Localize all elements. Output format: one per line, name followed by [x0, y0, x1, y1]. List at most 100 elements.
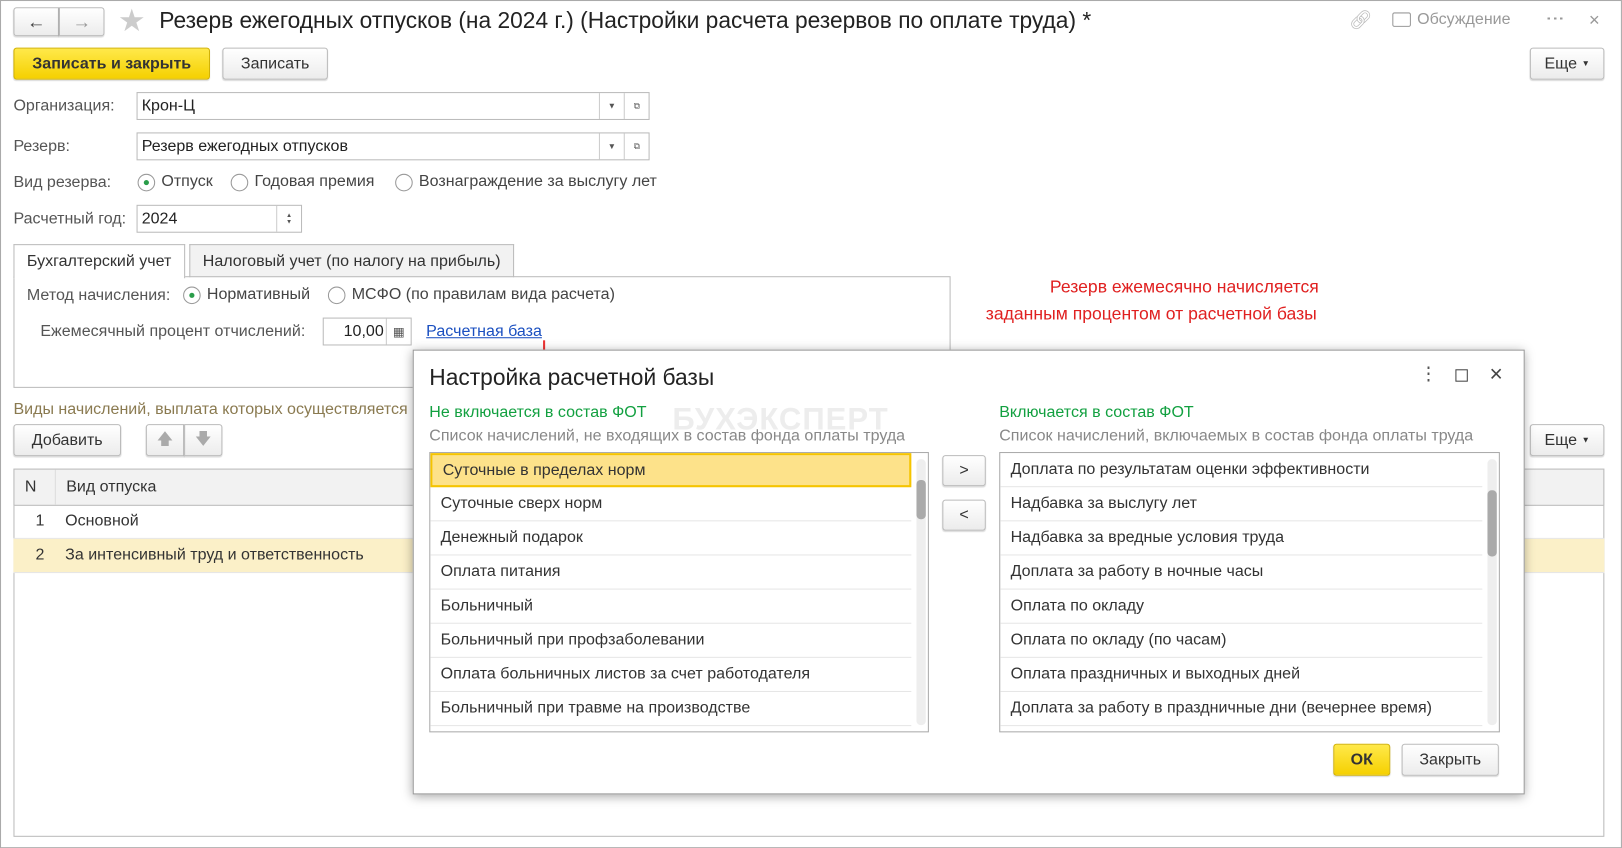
list-item[interactable]: Больничный при травме на производстве	[430, 692, 912, 727]
close-button[interactable]: Закрыть	[1401, 743, 1499, 776]
chevron-down-icon: ▼	[1581, 435, 1590, 445]
list-item[interactable]: Оплата питания	[430, 555, 912, 590]
scrollbar[interactable]	[1487, 459, 1497, 726]
radio-icon	[183, 286, 201, 304]
list-item[interactable]: Оплата праздничных и выходных дней	[1000, 658, 1483, 693]
year-value: 2024	[141, 209, 178, 228]
list-item[interactable]: Больничный при профзаболевании	[430, 624, 912, 658]
move-left-button[interactable]: <	[942, 499, 986, 531]
org-value: Крон-Ц	[141, 96, 195, 115]
radio-label: Годовая премия	[254, 172, 375, 191]
discussion-button[interactable]: Обсуждение	[1392, 10, 1511, 29]
year-spinner[interactable]: ▲ ▼	[276, 205, 301, 232]
radio-label: Отпуск	[161, 172, 213, 191]
more-menu-icon[interactable]: ⋮	[1419, 363, 1438, 385]
arrow-up-icon: 🡅	[156, 430, 174, 448]
annotation-line1: Резерв ежемесячно начисляется	[1049, 277, 1319, 297]
year-field[interactable]: 2024 ▲ ▼	[136, 204, 303, 233]
list-item[interactable]: Доплата за работу в праздничные дни (веч…	[1000, 692, 1483, 727]
spin-down-icon: ▼	[286, 218, 293, 225]
reserve-label: Резерв:	[13, 137, 70, 156]
save-and-close-button[interactable]: Записать и закрыть	[13, 47, 210, 80]
discussion-label: Обсуждение	[1417, 10, 1511, 28]
radio-long-service[interactable]: Вознаграждение за выслугу лет	[395, 173, 657, 192]
list-item[interactable]: Денежный подарок	[430, 521, 912, 556]
forward-button[interactable]: →	[58, 7, 105, 37]
table-more-button[interactable]: Еще ▼	[1529, 424, 1605, 457]
list-item[interactable]: Оплата по окладу	[1000, 590, 1483, 624]
percent-value: 10,00	[343, 322, 384, 340]
list-item[interactable]: Надбавка за вредные условия труда	[1000, 521, 1483, 556]
close-icon[interactable]: ×	[1589, 9, 1600, 31]
window-title: Резерв ежегодных отпусков (на 2024 г.) (…	[159, 7, 1092, 34]
close-icon[interactable]: ×	[1490, 361, 1503, 388]
open-icon[interactable]: ⧉	[623, 93, 649, 119]
more-button[interactable]: Еще ▼	[1529, 47, 1605, 80]
dropdown-icon[interactable]: ▼	[598, 93, 624, 119]
radio-label: Вознаграждение за выслугу лет	[418, 172, 657, 191]
list-item[interactable]: Надбавка за выслугу лет	[1000, 487, 1483, 522]
chevron-down-icon: ▼	[1581, 58, 1590, 69]
back-button[interactable]: ←	[13, 7, 59, 37]
included-list[interactable]: Доплата по результатам оценки эффективно…	[999, 452, 1500, 733]
reserve-field[interactable]: Резерв ежегодных отпусков ▼ ⧉	[136, 132, 650, 161]
percent-label: Ежемесячный процент отчислений:	[40, 322, 306, 341]
reserve-value: Резерв ежегодных отпусков	[141, 137, 348, 155]
excluded-list[interactable]: Суточные в пределах норм Суточные сверх …	[429, 452, 929, 733]
list-item[interactable]: Оплата больничных листов за счет работод…	[430, 658, 912, 693]
column-header-kind[interactable]: Вид отпуска	[56, 478, 156, 497]
annotation-line2: заданным процентом от расчетной базы	[985, 304, 1317, 324]
move-up-button[interactable]: 🡅	[145, 424, 185, 457]
add-button[interactable]: Добавить	[13, 424, 122, 457]
radio-icon	[395, 173, 413, 191]
arrow-left-icon: ←	[26, 10, 46, 32]
list-item[interactable]: Доплата за работу в ночные часы	[1000, 555, 1483, 590]
base-link[interactable]: Расчетная база	[426, 323, 542, 342]
more-label: Еще	[1544, 54, 1578, 72]
list-item[interactable]: Суточные в пределах норм	[430, 453, 912, 488]
tab-accounting[interactable]: Бухгалтерский учет	[13, 244, 185, 279]
org-label: Организация:	[13, 97, 115, 115]
radio-icon	[327, 286, 346, 304]
link-icon[interactable]: 🔗︎	[1349, 9, 1373, 31]
left-list-subtitle: Список начислений, не входящих в состав …	[429, 427, 906, 445]
more-menu-icon[interactable]: ⋮	[1545, 9, 1566, 28]
list-item[interactable]: Оплата по окладу (по часам)	[1000, 624, 1483, 658]
percent-field[interactable]: 10,00 ▦	[322, 317, 412, 346]
radio-annual-bonus[interactable]: Годовая премия	[230, 172, 375, 192]
save-button[interactable]: Записать	[222, 47, 328, 80]
dialog-title: Настройка расчетной базы	[429, 364, 715, 390]
arrow-down-icon: 🡇	[195, 430, 212, 448]
maximize-icon[interactable]	[1455, 369, 1468, 382]
radio-icon	[137, 173, 156, 191]
row-number: 2	[35, 546, 45, 564]
favorite-star-icon[interactable]: ★	[118, 3, 146, 39]
ok-button[interactable]: ОК	[1333, 743, 1391, 776]
list-item[interactable]: Больничный	[430, 590, 912, 624]
radio-vacation[interactable]: Отпуск	[137, 172, 213, 192]
right-list-subtitle: Список начислений, включаемых в состав ф…	[999, 427, 1474, 445]
open-icon[interactable]: ⧉	[623, 133, 649, 160]
column-header-n[interactable]: N	[14, 469, 56, 505]
method-label: Метод начисления:	[26, 286, 171, 305]
more-label: Еще	[1544, 430, 1578, 449]
radio-icon	[230, 173, 249, 191]
kind-label: Вид резерва:	[13, 173, 112, 192]
radio-ifrs[interactable]: МСФО (по правилам вида расчета)	[327, 285, 615, 304]
scrollbar[interactable]	[916, 459, 926, 726]
form-window: ← → ★ Резерв ежегодных отпусков (на 2024…	[0, 0, 1622, 848]
move-right-button[interactable]: >	[942, 455, 986, 487]
radio-label: Нормативный	[206, 285, 311, 304]
arrow-right-icon: →	[72, 10, 92, 32]
dropdown-icon[interactable]: ▼	[598, 133, 624, 160]
radio-label: МСФО (по правилам вида расчета)	[351, 285, 615, 304]
move-down-button[interactable]: 🡇	[184, 424, 223, 457]
right-list-title: Включается в состав ФОТ	[999, 403, 1194, 422]
tab-tax[interactable]: Налоговый учет (по налогу на прибыль)	[189, 244, 515, 278]
radio-normative[interactable]: Нормативный	[183, 285, 310, 304]
list-item[interactable]: Доплата по результатам оценки эффективно…	[1000, 453, 1483, 488]
row-name: За интенсивный труд и ответственность	[65, 546, 364, 564]
calculator-icon[interactable]: ▦	[385, 318, 411, 345]
org-field[interactable]: Крон-Ц ▼ ⧉	[136, 92, 650, 120]
list-item[interactable]: Суточные сверх норм	[430, 487, 912, 522]
